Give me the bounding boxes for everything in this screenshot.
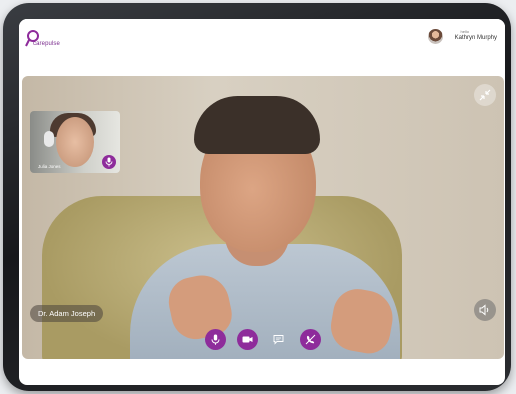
mic-icon bbox=[211, 334, 220, 345]
minimize-icon bbox=[479, 89, 491, 101]
self-view-video[interactable]: Julia Jones bbox=[30, 111, 120, 173]
logo-text: carepulse bbox=[33, 41, 60, 47]
call-controls bbox=[205, 329, 325, 351]
end-call-icon bbox=[305, 334, 316, 345]
end-call-button[interactable] bbox=[300, 329, 321, 350]
top-bar: carepulse hello Kathryn Murphy bbox=[19, 19, 505, 59]
mic-button[interactable] bbox=[205, 329, 226, 350]
user-name: Kathryn Murphy bbox=[454, 35, 497, 41]
video-camera-icon bbox=[242, 336, 253, 343]
participant-hair bbox=[194, 96, 320, 154]
carepulse-logo[interactable]: carepulse bbox=[25, 29, 61, 51]
user-profile[interactable]: hello Kathryn Murphy bbox=[417, 27, 497, 47]
self-view-mic-button[interactable] bbox=[102, 155, 116, 169]
self-view-name: Julia Jones bbox=[38, 164, 61, 169]
avatar[interactable] bbox=[428, 29, 443, 44]
camera-button[interactable] bbox=[237, 329, 258, 350]
greeting-label: hello bbox=[460, 29, 469, 34]
volume-button[interactable] bbox=[474, 299, 496, 321]
participant-name-tag: Dr. Adam Joseph bbox=[30, 305, 104, 322]
app-screen: carepulse hello Kathryn Murphy Julia Jon… bbox=[19, 19, 505, 385]
self-view-face bbox=[56, 117, 94, 167]
chat-button[interactable] bbox=[268, 329, 289, 350]
minimize-button[interactable] bbox=[474, 84, 496, 106]
headphones-icon bbox=[44, 131, 54, 147]
main-video-feed: Julia Jones Dr. Adam Joseph bbox=[22, 76, 504, 359]
volume-icon bbox=[479, 304, 489, 316]
chat-icon bbox=[273, 335, 284, 345]
tablet-device: carepulse hello Kathryn Murphy Julia Jon… bbox=[3, 3, 511, 391]
mic-icon bbox=[105, 157, 113, 167]
